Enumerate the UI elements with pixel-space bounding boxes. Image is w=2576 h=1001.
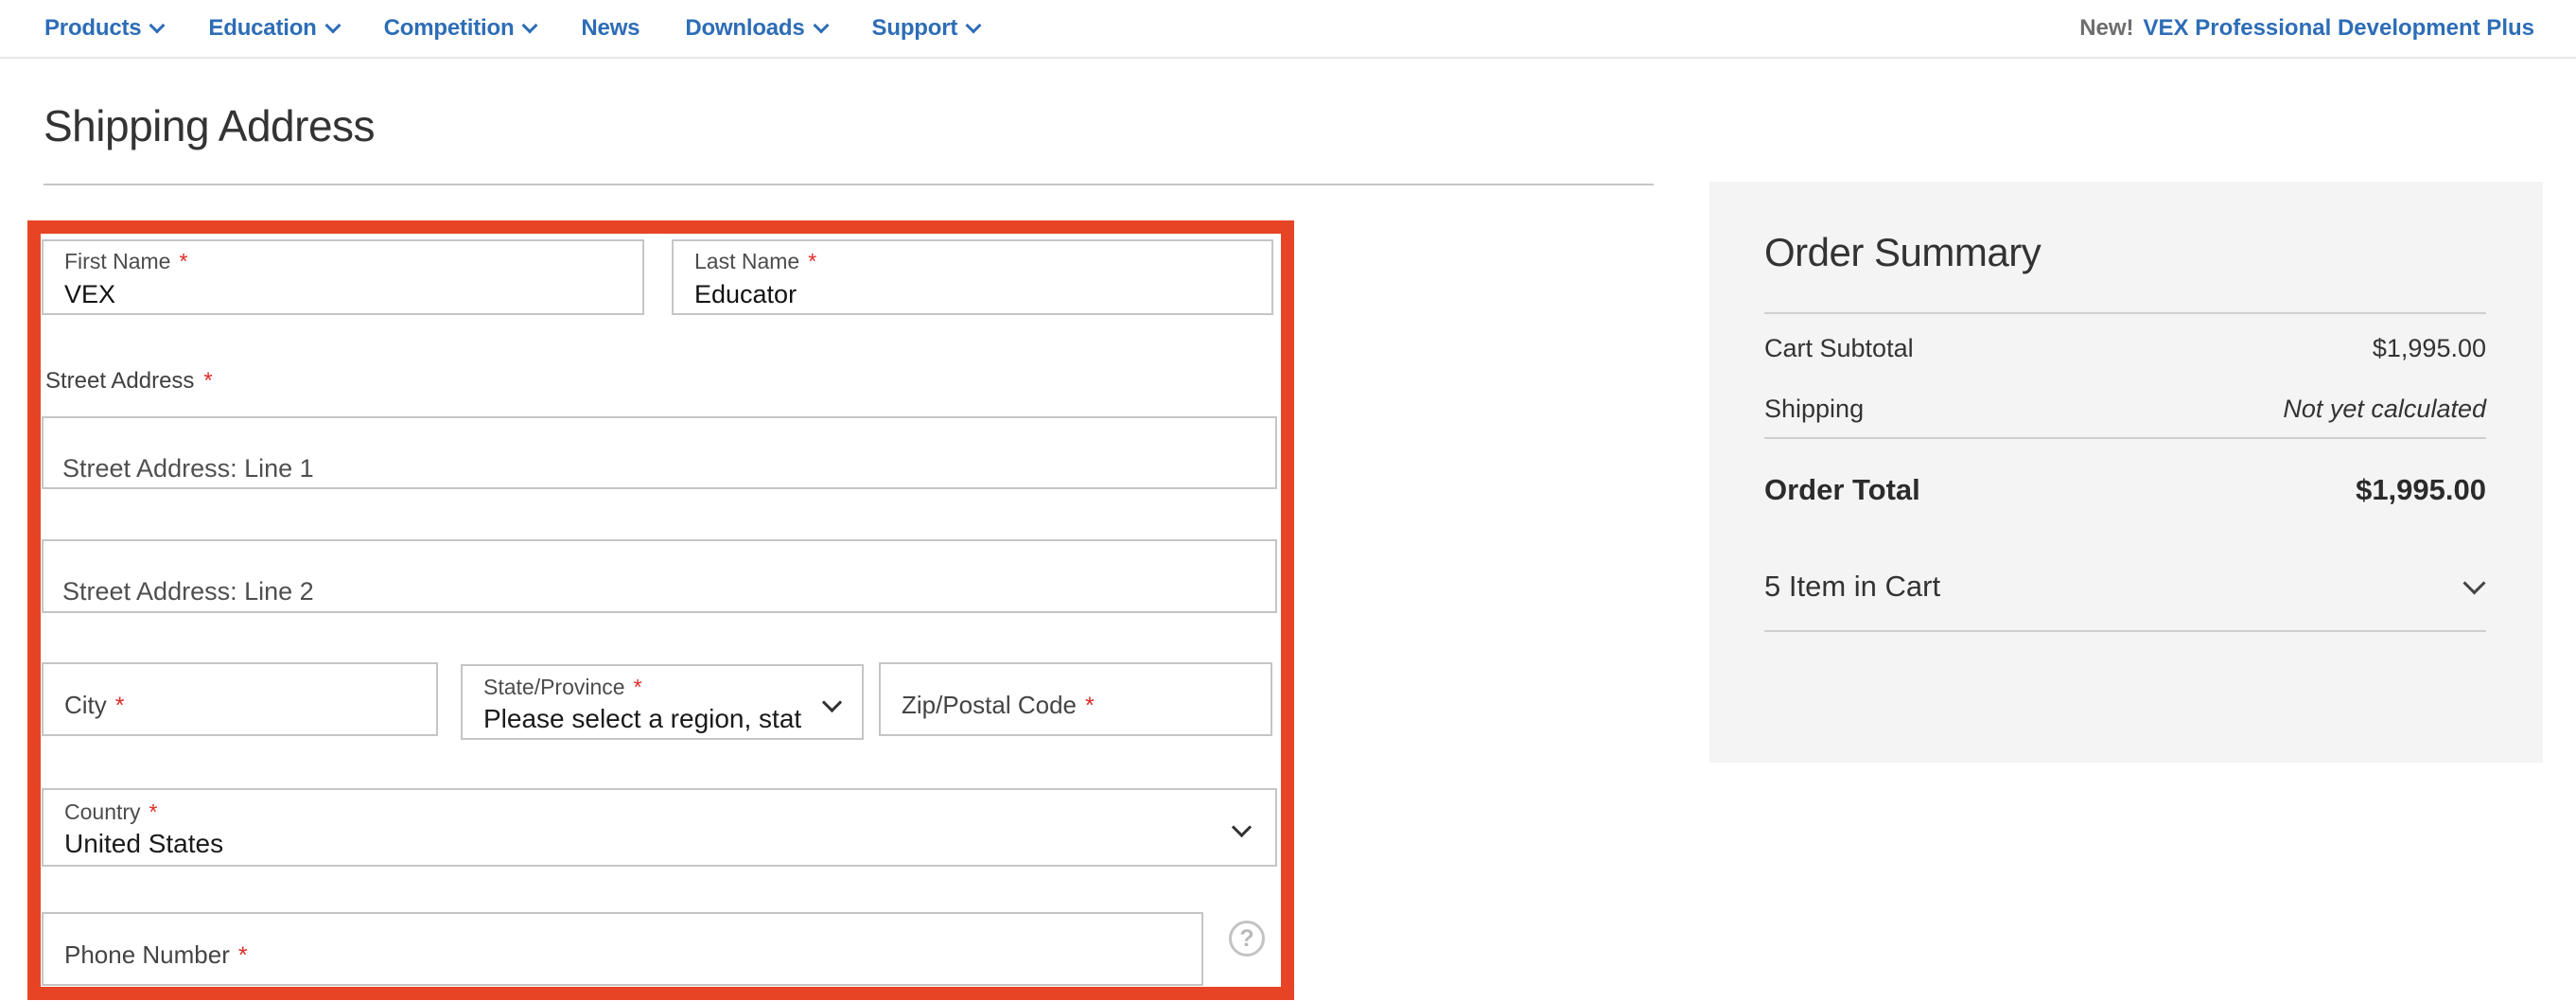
first-name-label: First Name: [64, 249, 170, 274]
nav-label: Support: [872, 15, 958, 42]
header-promo: New! VEX Professional Development Plus: [2079, 15, 2534, 42]
shipping-value: Not yet calculated: [2283, 395, 2486, 424]
nav-label: Competition: [384, 15, 515, 42]
page-title: Shipping Address: [44, 97, 2576, 155]
help-icon[interactable]: ?: [1229, 921, 1265, 957]
required-asterisk: *: [1085, 693, 1095, 720]
nav-item-support[interactable]: Support: [872, 15, 980, 42]
required-asterisk: *: [238, 942, 248, 970]
country-label: Country *: [64, 799, 1256, 825]
required-asterisk: *: [149, 799, 158, 825]
main-nav: Products Education Competition News Down…: [44, 15, 979, 42]
nav-label: Products: [44, 15, 141, 42]
cart-subtotal-label: Cart Subtotal: [1764, 334, 1914, 363]
state-province-value: Please select a region, stat: [483, 704, 843, 734]
order-total-row: Order Total $1,995.00: [1764, 465, 2486, 515]
order-total-value: $1,995.00: [2356, 473, 2486, 507]
required-asterisk: *: [179, 249, 187, 274]
chevron-down-icon: [813, 17, 829, 33]
first-name-label-row: First Name *: [64, 249, 623, 274]
cart-subtotal-value: $1,995.00: [2373, 334, 2486, 363]
state-province-label: State/Province *: [483, 675, 843, 700]
last-name-label-row: Last Name *: [694, 249, 1253, 274]
nav-item-news[interactable]: News: [581, 15, 640, 42]
chevron-down-icon: [522, 17, 538, 33]
state-province-select[interactable]: State/Province * Please select a region,…: [461, 664, 864, 740]
items-in-cart-label: 5 Item in Cart: [1764, 570, 1940, 604]
top-nav: Products Education Competition News Down…: [0, 0, 2576, 59]
city-input[interactable]: City *: [42, 662, 438, 736]
first-name-field[interactable]: First Name *: [42, 239, 644, 315]
phone-number-label: Phone Number *: [64, 940, 248, 970]
street-line1-field[interactable]: [42, 416, 1277, 489]
promo-new-label: New!: [2079, 15, 2133, 42]
chevron-down-icon: [966, 17, 982, 33]
country-value: United States: [64, 829, 1256, 859]
chevron-down-icon: [149, 17, 166, 33]
title-divider: [44, 184, 1654, 185]
required-asterisk: *: [808, 249, 816, 274]
street-line1-input[interactable]: [62, 454, 1256, 483]
promo-link[interactable]: VEX Professional Development Plus: [2144, 15, 2534, 42]
chevron-down-icon: [2462, 571, 2485, 594]
divider: [1764, 437, 2486, 439]
divider: [1764, 630, 2486, 632]
city-label: City *: [64, 691, 125, 720]
shipping-label: Shipping: [1764, 395, 1864, 424]
nav-label: Downloads: [685, 15, 804, 42]
items-in-cart-toggle[interactable]: 5 Item in Cart: [1764, 564, 2486, 609]
nav-label: News: [581, 15, 640, 42]
nav-item-competition[interactable]: Competition: [384, 15, 536, 42]
chevron-down-icon: [324, 17, 341, 33]
first-name-input[interactable]: [64, 280, 623, 309]
cart-subtotal-row: Cart Subtotal $1,995.00: [1764, 327, 2486, 369]
required-asterisk: *: [634, 675, 642, 700]
street-address-label: Street Address *: [45, 368, 213, 395]
zip-postal-label: Zip/Postal Code *: [902, 691, 1095, 720]
last-name-input[interactable]: [694, 280, 1253, 309]
divider: [1764, 312, 2486, 314]
nav-item-downloads[interactable]: Downloads: [685, 15, 826, 42]
shipping-form-highlight: First Name * Last Name * Street Address …: [27, 220, 1294, 1000]
last-name-label: Last Name: [694, 249, 799, 274]
street-line2-input[interactable]: [62, 577, 1256, 606]
order-total-label: Order Total: [1764, 473, 1920, 507]
order-summary-panel: Order Summary Cart Subtotal $1,995.00 Sh…: [1709, 182, 2543, 763]
country-select[interactable]: Country * United States: [42, 788, 1277, 867]
nav-item-products[interactable]: Products: [44, 15, 163, 42]
street-line2-field[interactable]: [42, 539, 1277, 613]
shipping-address-form: First Name * Last Name * Street Address …: [41, 234, 1281, 987]
checkout-shipping-page: Products Education Competition News Down…: [0, 0, 2576, 1001]
phone-number-input[interactable]: Phone Number *: [42, 912, 1203, 986]
required-asterisk: *: [115, 693, 125, 720]
nav-item-education[interactable]: Education: [208, 15, 338, 42]
order-summary-title: Order Summary: [1764, 229, 2486, 276]
last-name-field[interactable]: Last Name *: [672, 239, 1273, 315]
zip-postal-input[interactable]: Zip/Postal Code *: [879, 662, 1272, 736]
required-asterisk: *: [203, 368, 212, 395]
shipping-row: Shipping Not yet calculated: [1764, 388, 2486, 430]
nav-label: Education: [208, 15, 316, 42]
